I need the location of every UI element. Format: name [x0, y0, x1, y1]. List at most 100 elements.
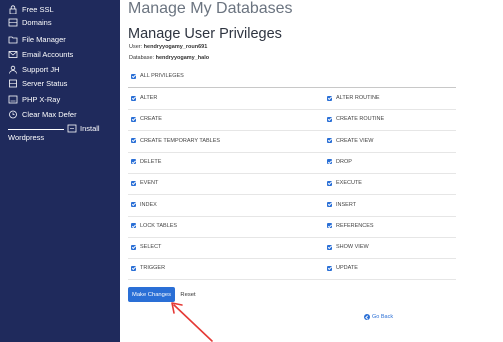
go-back-link[interactable]: Go Back [364, 314, 393, 320]
privilege-label: INDEX [140, 201, 157, 208]
arrow-left-circle-icon [364, 314, 370, 320]
sidebar-item-support-jh[interactable]: Support JH [8, 63, 60, 75]
globe-icon [8, 18, 18, 27]
privilege-label: SHOW VIEW [336, 244, 369, 251]
checkbox-checked-icon [131, 223, 136, 229]
privilege-label: TRIGGER [140, 265, 166, 272]
database-info: Database: hendryyogamy_halo [129, 55, 209, 61]
privilege-checkbox[interactable]: DELETE [131, 159, 161, 165]
sidebar-item-install[interactable]: Install [67, 124, 100, 133]
sidebar-item-email-accounts[interactable]: Email Accounts [8, 48, 73, 60]
privilege-label: CREATE ROUTINE [336, 116, 385, 123]
privilege-label: UPDATE [336, 265, 358, 272]
privilege-label: ALTER ROUTINE [336, 95, 380, 101]
server-icon [8, 79, 18, 88]
sidebar: Free SSL Domains File Manager Email Acco… [0, 0, 120, 342]
privilege-checkbox[interactable]: CREATE VIEW [327, 138, 374, 144]
sidebar-item-label: PHP X-Ray [22, 94, 61, 104]
envelope-icon [8, 50, 18, 59]
page-title: Manage My Databases [128, 0, 293, 17]
privilege-checkbox[interactable]: REFERENCES [327, 223, 374, 229]
privilege-checkbox[interactable]: INDEX [131, 202, 157, 208]
sidebar-divider [8, 129, 64, 130]
privilege-label: INSERT [336, 201, 357, 208]
privilege-checkbox[interactable]: SHOW VIEW [327, 244, 369, 250]
sidebar-item-label: Clear Max Defer [22, 109, 77, 119]
checkbox-checked-icon [327, 223, 332, 229]
checkbox-checked-icon [131, 180, 136, 186]
privilege-checkbox[interactable]: UPDATE [327, 265, 358, 271]
sidebar-item-wordpress[interactable]: Wordpress [8, 133, 44, 142]
privilege-label: CREATE VIEW [336, 137, 374, 144]
privilege-checkbox[interactable]: ALTER ROUTINE [327, 95, 380, 101]
privilege-label: CREATE TEMPORARY TABLES [140, 137, 221, 144]
privilege-checkbox[interactable]: DROP [327, 159, 352, 165]
privilege-label: CREATE [140, 116, 162, 123]
privilege-checkbox[interactable]: SELECT [131, 244, 161, 250]
privilege-label: DROP [336, 158, 352, 165]
sidebar-item-label: Free SSL [22, 4, 54, 14]
privilege-checkbox[interactable]: EVENT [131, 180, 158, 186]
privilege-label: EVENT [140, 180, 159, 187]
user-label: User: [129, 44, 143, 50]
user-value: hendryyogamy_roun691 [143, 44, 208, 50]
checkbox-checked-icon [327, 116, 332, 122]
privilege-checkbox[interactable]: EXECUTE [327, 180, 362, 186]
privilege-checkbox[interactable]: CREATE TEMPORARY TABLES [131, 138, 220, 144]
checkbox-checked-icon [327, 159, 332, 165]
privilege-label: LOCK TABLES [140, 222, 178, 229]
checkbox-checked-icon [131, 116, 136, 122]
checkbox-checked-icon [327, 95, 332, 101]
checkbox-checked-icon [131, 159, 136, 165]
sidebar-item-server-status[interactable]: Server Status [8, 77, 67, 89]
checkbox-checked-icon [131, 244, 136, 250]
sidebar-item-label: Domains [22, 17, 52, 27]
privilege-row: EVENT EXECUTE [128, 173, 456, 196]
sidebar-item-label: File Manager [22, 34, 66, 44]
scan-icon [8, 95, 18, 104]
all-privileges-checkbox[interactable]: ALL PRIVILEGES [131, 73, 184, 79]
privilege-checkbox[interactable]: ALTER [131, 95, 157, 101]
sidebar-item-free-ssl[interactable]: Free SSL [8, 3, 54, 15]
privilege-row: CREATE TEMPORARY TABLES CREATE VIEW [128, 131, 456, 153]
privilege-checkbox[interactable]: CREATE [131, 116, 162, 122]
checkbox-checked-icon [131, 265, 136, 271]
privilege-row: DELETE DROP [128, 152, 456, 174]
privilege-label: DELETE [140, 158, 162, 165]
checkbox-checked-icon [131, 95, 136, 101]
checkbox-checked-icon [131, 73, 136, 79]
sidebar-item-label: Install [80, 124, 100, 133]
privilege-label: ALTER [140, 95, 158, 101]
sidebar-item-label: Server Status [22, 78, 68, 88]
database-label: Database: [129, 55, 155, 61]
privilege-row: INDEX INSERT [128, 195, 456, 217]
wordpress-icon [67, 124, 77, 133]
privilege-row: CREATE CREATE ROUTINE [128, 109, 456, 132]
database-value: hendryyogamy_halo [155, 55, 210, 61]
privilege-label: EXECUTE [336, 180, 362, 187]
sidebar-item-file-manager[interactable]: File Manager [8, 33, 66, 45]
privilege-label: ALL PRIVILEGES [140, 73, 184, 79]
privilege-checkbox[interactable]: CREATE ROUTINE [327, 116, 384, 122]
lock-icon [8, 4, 18, 14]
checkbox-checked-icon [327, 138, 332, 144]
checkbox-checked-icon [327, 244, 332, 250]
checkbox-checked-icon [327, 180, 332, 186]
sidebar-item-domains[interactable]: Domains [8, 16, 52, 28]
checkbox-checked-icon [131, 138, 136, 144]
folder-icon [8, 35, 18, 44]
checkbox-checked-icon [327, 265, 332, 271]
privilege-label: SELECT [140, 244, 162, 251]
person-icon [8, 65, 18, 74]
checkbox-checked-icon [131, 202, 136, 207]
checkbox-checked-icon [327, 202, 332, 207]
privilege-row: LOCK TABLES REFERENCES [128, 216, 456, 238]
privilege-checkbox[interactable]: LOCK TABLES [131, 223, 177, 229]
go-back-label: Go Back [372, 314, 394, 320]
privilege-checkbox[interactable]: TRIGGER [131, 265, 165, 271]
sidebar-item-clear-max-defer[interactable]: Clear Max Defer [8, 108, 77, 120]
clock-icon [8, 110, 18, 119]
all-privileges-row: ALL PRIVILEGES [128, 66, 456, 88]
privilege-checkbox[interactable]: INSERT [327, 202, 356, 208]
sidebar-item-php-x-ray[interactable]: PHP X-Ray [8, 93, 60, 105]
